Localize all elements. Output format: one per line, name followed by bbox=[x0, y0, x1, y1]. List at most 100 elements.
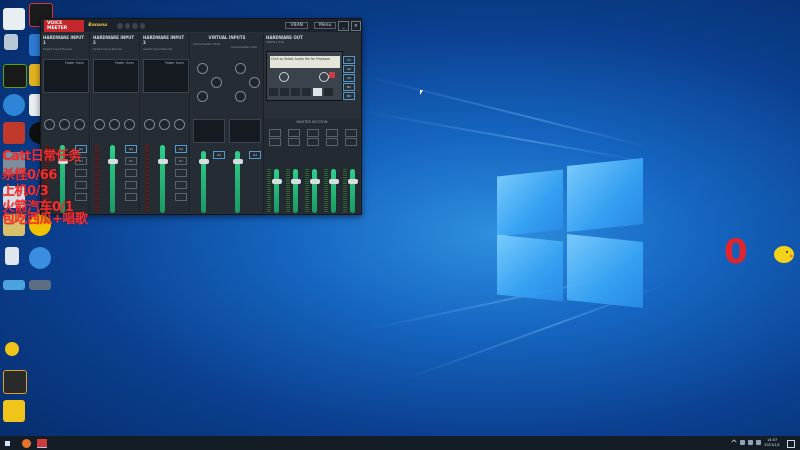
taskbar-app-icon[interactable] bbox=[37, 438, 47, 448]
app-icon[interactable] bbox=[3, 122, 25, 144]
network-icon[interactable] bbox=[29, 247, 51, 269]
app-logo-icon[interactable] bbox=[3, 8, 25, 30]
bus-button-a2[interactable]: A2 bbox=[343, 65, 355, 73]
minimize-icon[interactable]: _ bbox=[338, 20, 349, 31]
nvidia-icon[interactable] bbox=[3, 64, 27, 88]
close-icon[interactable]: × bbox=[350, 20, 362, 31]
mono-button[interactable] bbox=[75, 169, 87, 177]
firefox-icon[interactable] bbox=[22, 438, 31, 448]
mode-button[interactable] bbox=[288, 129, 300, 137]
mono-button[interactable] bbox=[125, 169, 137, 177]
mode-button[interactable] bbox=[345, 138, 357, 146]
audibility-knob[interactable] bbox=[74, 119, 85, 130]
cassette-recorder[interactable]: Click to Select Audio file for Playback bbox=[266, 51, 343, 101]
master-fader[interactable] bbox=[350, 169, 355, 213]
document-icon[interactable] bbox=[5, 247, 19, 265]
mode-button[interactable] bbox=[326, 129, 338, 137]
game-icon[interactable] bbox=[3, 370, 27, 394]
gate-knob[interactable] bbox=[109, 119, 120, 130]
solo-button[interactable] bbox=[125, 181, 137, 189]
vban-button[interactable]: VBAN bbox=[285, 22, 309, 29]
bus-b1-button[interactable]: B1 bbox=[175, 157, 187, 165]
record-icon[interactable] bbox=[329, 72, 335, 78]
eq-knob[interactable] bbox=[235, 63, 246, 74]
tray-app-icon[interactable] bbox=[740, 440, 745, 445]
comp-knob[interactable] bbox=[94, 119, 105, 130]
app-icon[interactable] bbox=[29, 280, 51, 290]
gate-knob[interactable] bbox=[59, 119, 70, 130]
eq-knob[interactable] bbox=[197, 91, 208, 102]
taskbar-clock[interactable]: 14:07 2021/1/1 bbox=[764, 438, 780, 447]
app-icon[interactable] bbox=[5, 342, 19, 356]
stop-icon[interactable] bbox=[291, 88, 300, 96]
bus-button-a1[interactable]: A1 bbox=[343, 56, 355, 64]
strip-device[interactable]: Select Input Device bbox=[91, 47, 139, 51]
master-fader[interactable] bbox=[274, 169, 279, 213]
comp-knob[interactable] bbox=[144, 119, 155, 130]
mode-button[interactable] bbox=[345, 129, 357, 137]
eq-knob[interactable] bbox=[211, 77, 222, 88]
tray-app-icon[interactable] bbox=[748, 440, 753, 445]
bus-a1-button[interactable]: A1 bbox=[125, 145, 137, 153]
voicemeeter-title-bar[interactable]: VOICE MEETER Banana VBAN Menu _ × bbox=[41, 19, 362, 32]
mute-button[interactable] bbox=[125, 193, 137, 201]
eq-knob[interactable] bbox=[249, 77, 260, 88]
start-icon[interactable] bbox=[5, 440, 10, 446]
recycle-bin-icon[interactable] bbox=[4, 34, 18, 50]
tray-chevron-icon[interactable] bbox=[731, 439, 737, 445]
master-fader[interactable] bbox=[312, 169, 317, 213]
fader-cap[interactable] bbox=[233, 159, 243, 164]
fader-cap[interactable] bbox=[348, 179, 358, 184]
app-icon[interactable] bbox=[3, 280, 25, 290]
mono-button[interactable] bbox=[175, 169, 187, 177]
eject-icon[interactable] bbox=[324, 88, 333, 96]
game-icon[interactable] bbox=[3, 400, 25, 422]
fader-cap[interactable] bbox=[329, 179, 339, 184]
mode-button[interactable] bbox=[326, 138, 338, 146]
master-fader[interactable] bbox=[293, 169, 298, 213]
fader-cap[interactable] bbox=[291, 179, 301, 184]
bus-button-b2[interactable]: B2 bbox=[343, 92, 355, 100]
notification-icon[interactable] bbox=[787, 440, 795, 448]
mode-button[interactable] bbox=[269, 138, 281, 146]
strip-device[interactable]: Select Input Device bbox=[41, 47, 89, 51]
eq-knob[interactable] bbox=[197, 63, 208, 74]
volume-icon[interactable] bbox=[756, 440, 761, 445]
mode-button[interactable] bbox=[269, 129, 281, 137]
fader-cap[interactable] bbox=[199, 159, 209, 164]
play-icon[interactable] bbox=[280, 88, 289, 96]
mode-button[interactable] bbox=[307, 129, 319, 137]
fader-cap[interactable] bbox=[272, 179, 282, 184]
comp-knob[interactable] bbox=[44, 119, 55, 130]
fader-cap[interactable] bbox=[108, 159, 118, 164]
virtual-pan-pad[interactable] bbox=[229, 119, 261, 143]
menu-button[interactable]: Menu bbox=[314, 22, 337, 29]
mode-button[interactable] bbox=[307, 138, 319, 146]
browser-icon[interactable] bbox=[3, 94, 25, 116]
solo-button[interactable] bbox=[75, 181, 87, 189]
solo-button[interactable] bbox=[175, 181, 187, 189]
cassette-screen[interactable]: Click to Select Audio file for Playback bbox=[270, 56, 340, 68]
master-fader[interactable] bbox=[331, 169, 336, 213]
bus-button-b1[interactable]: B1 bbox=[343, 83, 355, 91]
strip-device[interactable]: Select Input Device bbox=[141, 47, 189, 51]
bus-a1-button[interactable]: A1 bbox=[249, 151, 261, 159]
bus-b1-button[interactable]: B1 bbox=[125, 157, 137, 165]
gain-fader[interactable] bbox=[110, 145, 115, 213]
virtual-pan-pad[interactable] bbox=[193, 119, 225, 143]
audibility-knob[interactable] bbox=[124, 119, 135, 130]
gate-knob[interactable] bbox=[159, 119, 170, 130]
forward-icon[interactable] bbox=[302, 88, 311, 96]
eq-knob[interactable] bbox=[235, 91, 246, 102]
fader-cap[interactable] bbox=[158, 159, 168, 164]
gain-fader[interactable] bbox=[160, 145, 165, 213]
loop-icon[interactable] bbox=[313, 88, 322, 96]
audibility-knob[interactable] bbox=[174, 119, 185, 130]
rewind-icon[interactable] bbox=[269, 88, 278, 96]
fader-cap[interactable] bbox=[310, 179, 320, 184]
mode-button[interactable] bbox=[288, 138, 300, 146]
voicemeeter-window[interactable]: VOICE MEETER Banana VBAN Menu _ × HARDWA… bbox=[40, 18, 362, 215]
bus-a1-button[interactable]: A1 bbox=[175, 145, 187, 153]
bus-a1-button[interactable]: A1 bbox=[213, 151, 225, 159]
bus-button-a3[interactable]: A3 bbox=[343, 74, 355, 82]
